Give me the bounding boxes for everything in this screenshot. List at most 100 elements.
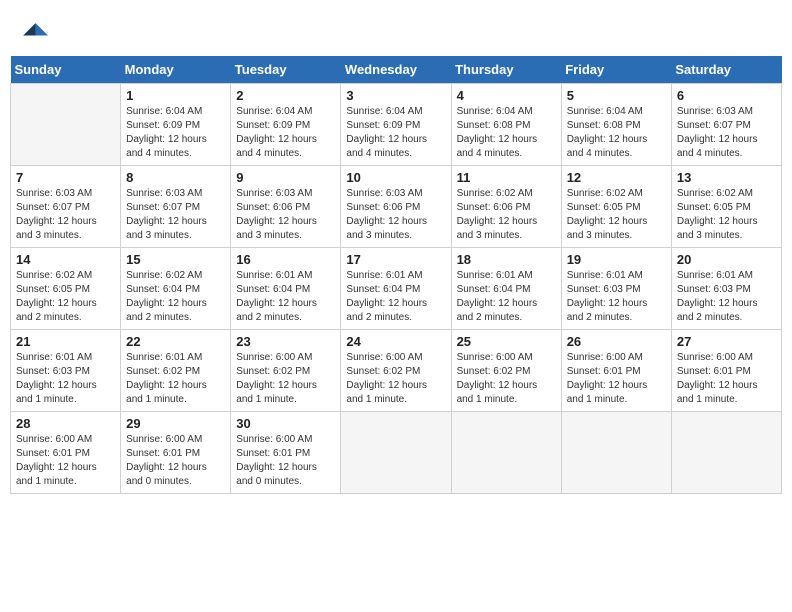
calendar-cell: 2 Sunrise: 6:04 AM Sunset: 6:09 PM Daylig… <box>231 84 341 166</box>
calendar-cell: 12 Sunrise: 6:02 AM Sunset: 6:05 PM Dayli… <box>561 166 671 248</box>
day-number: 4 <box>457 88 556 103</box>
day-number: 1 <box>126 88 225 103</box>
day-info: Sunrise: 6:04 AM Sunset: 6:09 PM Dayligh… <box>346 105 445 161</box>
calendar-cell: 13 Sunrise: 6:02 AM Sunset: 6:05 PM Dayli… <box>671 166 781 248</box>
calendar-cell: 23 Sunrise: 6:00 AM Sunset: 6:02 PM Dayli… <box>231 330 341 412</box>
calendar-week-row: 28 Sunrise: 6:00 AM Sunset: 6:01 PM Dayli… <box>11 412 782 494</box>
day-info: Sunrise: 6:01 AM Sunset: 6:03 PM Dayligh… <box>677 269 776 325</box>
day-info: Sunrise: 6:00 AM Sunset: 6:02 PM Dayligh… <box>457 351 556 407</box>
day-number: 21 <box>16 334 115 349</box>
day-info: Sunrise: 6:02 AM Sunset: 6:05 PM Dayligh… <box>16 269 115 325</box>
day-of-week-header: Sunday <box>11 56 121 84</box>
logo <box>20 20 50 48</box>
day-number: 17 <box>346 252 445 267</box>
calendar-cell: 28 Sunrise: 6:00 AM Sunset: 6:01 PM Dayli… <box>11 412 121 494</box>
day-number: 12 <box>567 170 666 185</box>
day-info: Sunrise: 6:00 AM Sunset: 6:02 PM Dayligh… <box>346 351 445 407</box>
calendar-cell <box>561 412 671 494</box>
day-number: 2 <box>236 88 335 103</box>
calendar-cell: 22 Sunrise: 6:01 AM Sunset: 6:02 PM Dayli… <box>121 330 231 412</box>
day-info: Sunrise: 6:01 AM Sunset: 6:03 PM Dayligh… <box>567 269 666 325</box>
day-info: Sunrise: 6:02 AM Sunset: 6:06 PM Dayligh… <box>457 187 556 243</box>
calendar-cell: 30 Sunrise: 6:00 AM Sunset: 6:01 PM Dayli… <box>231 412 341 494</box>
day-number: 27 <box>677 334 776 349</box>
day-number: 16 <box>236 252 335 267</box>
calendar-week-row: 7 Sunrise: 6:03 AM Sunset: 6:07 PM Daylig… <box>11 166 782 248</box>
day-info: Sunrise: 6:00 AM Sunset: 6:01 PM Dayligh… <box>677 351 776 407</box>
day-number: 23 <box>236 334 335 349</box>
day-number: 29 <box>126 416 225 431</box>
calendar-cell: 26Sunrise: 6:00 AM Sunset: 6:01 PM Dayli… <box>561 330 671 412</box>
day-info: Sunrise: 6:00 AM Sunset: 6:01 PM Dayligh… <box>126 433 225 489</box>
calendar-cell: 20Sunrise: 6:01 AM Sunset: 6:03 PM Dayli… <box>671 248 781 330</box>
day-number: 22 <box>126 334 225 349</box>
day-number: 10 <box>346 170 445 185</box>
page-header <box>10 10 782 56</box>
day-info: Sunrise: 6:04 AM Sunset: 6:08 PM Dayligh… <box>457 105 556 161</box>
day-info: Sunrise: 6:03 AM Sunset: 6:06 PM Dayligh… <box>236 187 335 243</box>
day-info: Sunrise: 6:01 AM Sunset: 6:03 PM Dayligh… <box>16 351 115 407</box>
day-number: 14 <box>16 252 115 267</box>
day-of-week-header: Friday <box>561 56 671 84</box>
day-number: 3 <box>346 88 445 103</box>
day-number: 24 <box>346 334 445 349</box>
calendar-cell: 14 Sunrise: 6:02 AM Sunset: 6:05 PM Dayli… <box>11 248 121 330</box>
day-number: 18 <box>457 252 556 267</box>
day-info: Sunrise: 6:04 AM Sunset: 6:09 PM Dayligh… <box>126 105 225 161</box>
calendar-week-row: 1 Sunrise: 6:04 AM Sunset: 6:09 PM Daylig… <box>11 84 782 166</box>
day-of-week-header: Thursday <box>451 56 561 84</box>
calendar-cell <box>11 84 121 166</box>
day-info: Sunrise: 6:00 AM Sunset: 6:02 PM Dayligh… <box>236 351 335 407</box>
logo-icon <box>20 20 48 48</box>
day-number: 15 <box>126 252 225 267</box>
day-number: 13 <box>677 170 776 185</box>
calendar-week-row: 14 Sunrise: 6:02 AM Sunset: 6:05 PM Dayli… <box>11 248 782 330</box>
day-number: 25 <box>457 334 556 349</box>
day-number: 9 <box>236 170 335 185</box>
day-of-week-header: Saturday <box>671 56 781 84</box>
day-info: Sunrise: 6:00 AM Sunset: 6:01 PM Dayligh… <box>236 433 335 489</box>
calendar-cell: 1 Sunrise: 6:04 AM Sunset: 6:09 PM Daylig… <box>121 84 231 166</box>
day-number: 11 <box>457 170 556 185</box>
calendar-cell: 25 Sunrise: 6:00 AM Sunset: 6:02 PM Dayli… <box>451 330 561 412</box>
calendar-cell: 6Sunrise: 6:03 AM Sunset: 6:07 PM Daylig… <box>671 84 781 166</box>
calendar-cell: 8 Sunrise: 6:03 AM Sunset: 6:07 PM Daylig… <box>121 166 231 248</box>
day-info: Sunrise: 6:04 AM Sunset: 6:09 PM Dayligh… <box>236 105 335 161</box>
day-number: 5 <box>567 88 666 103</box>
calendar-week-row: 21 Sunrise: 6:01 AM Sunset: 6:03 PM Dayli… <box>11 330 782 412</box>
calendar-cell: 16 Sunrise: 6:01 AM Sunset: 6:04 PM Dayli… <box>231 248 341 330</box>
calendar-cell: 19 Sunrise: 6:01 AM Sunset: 6:03 PM Dayli… <box>561 248 671 330</box>
calendar-cell: 5Sunrise: 6:04 AM Sunset: 6:08 PM Daylig… <box>561 84 671 166</box>
day-info: Sunrise: 6:02 AM Sunset: 6:05 PM Dayligh… <box>677 187 776 243</box>
calendar-cell <box>451 412 561 494</box>
calendar-cell: 4 Sunrise: 6:04 AM Sunset: 6:08 PM Daylig… <box>451 84 561 166</box>
day-info: Sunrise: 6:00 AM Sunset: 6:01 PM Dayligh… <box>567 351 666 407</box>
calendar-header-row: SundayMondayTuesdayWednesdayThursdayFrid… <box>11 56 782 84</box>
day-info: Sunrise: 6:01 AM Sunset: 6:04 PM Dayligh… <box>457 269 556 325</box>
calendar-cell: 9 Sunrise: 6:03 AM Sunset: 6:06 PM Daylig… <box>231 166 341 248</box>
calendar-cell: 24 Sunrise: 6:00 AM Sunset: 6:02 PM Dayli… <box>341 330 451 412</box>
day-number: 7 <box>16 170 115 185</box>
day-info: Sunrise: 6:01 AM Sunset: 6:04 PM Dayligh… <box>346 269 445 325</box>
day-number: 28 <box>16 416 115 431</box>
day-info: Sunrise: 6:01 AM Sunset: 6:02 PM Dayligh… <box>126 351 225 407</box>
calendar-cell: 11 Sunrise: 6:02 AM Sunset: 6:06 PM Dayli… <box>451 166 561 248</box>
day-number: 8 <box>126 170 225 185</box>
day-of-week-header: Wednesday <box>341 56 451 84</box>
calendar-cell: 10Sunrise: 6:03 AM Sunset: 6:06 PM Dayli… <box>341 166 451 248</box>
day-number: 6 <box>677 88 776 103</box>
day-info: Sunrise: 6:00 AM Sunset: 6:01 PM Dayligh… <box>16 433 115 489</box>
calendar-cell: 21 Sunrise: 6:01 AM Sunset: 6:03 PM Dayli… <box>11 330 121 412</box>
day-info: Sunrise: 6:03 AM Sunset: 6:07 PM Dayligh… <box>16 187 115 243</box>
day-info: Sunrise: 6:03 AM Sunset: 6:07 PM Dayligh… <box>126 187 225 243</box>
calendar-cell: 17 Sunrise: 6:01 AM Sunset: 6:04 PM Dayli… <box>341 248 451 330</box>
day-info: Sunrise: 6:01 AM Sunset: 6:04 PM Dayligh… <box>236 269 335 325</box>
calendar-cell: 7 Sunrise: 6:03 AM Sunset: 6:07 PM Daylig… <box>11 166 121 248</box>
day-of-week-header: Tuesday <box>231 56 341 84</box>
day-info: Sunrise: 6:02 AM Sunset: 6:04 PM Dayligh… <box>126 269 225 325</box>
day-info: Sunrise: 6:02 AM Sunset: 6:05 PM Dayligh… <box>567 187 666 243</box>
day-of-week-header: Monday <box>121 56 231 84</box>
day-number: 19 <box>567 252 666 267</box>
calendar-cell <box>341 412 451 494</box>
day-number: 30 <box>236 416 335 431</box>
